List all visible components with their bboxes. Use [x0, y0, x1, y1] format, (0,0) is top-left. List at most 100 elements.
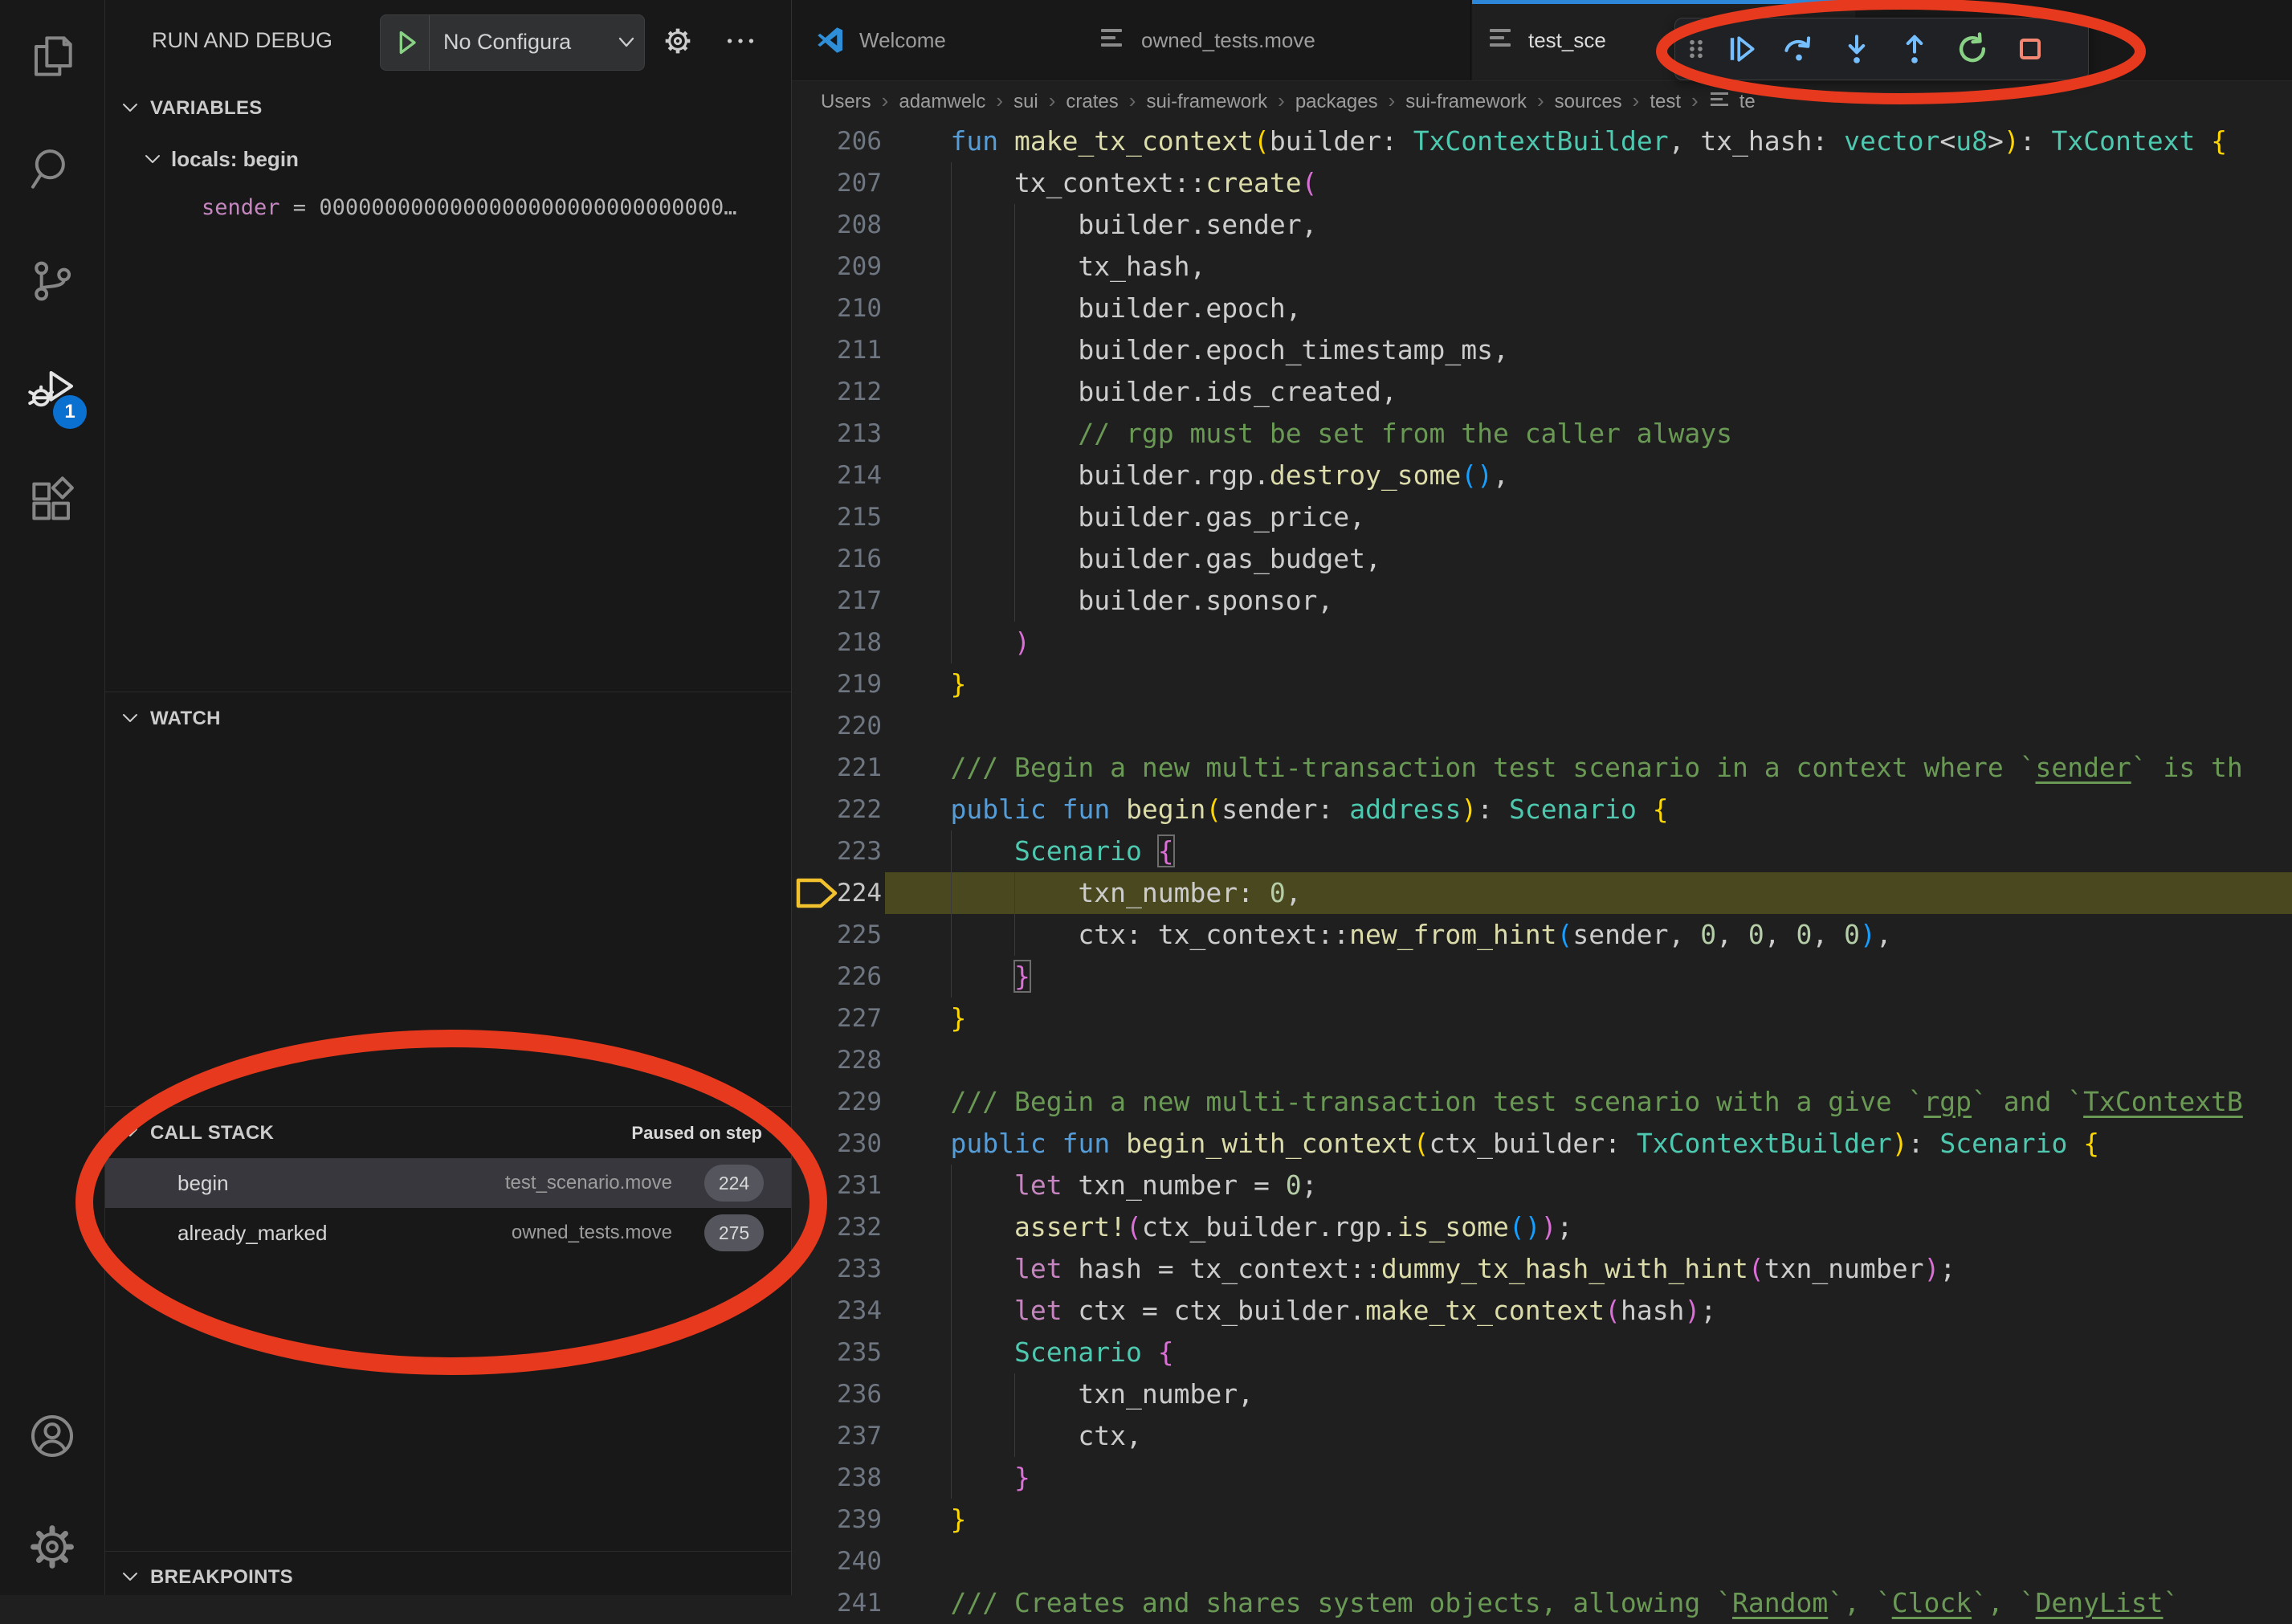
call-stack-section-header[interactable]: CALL STACK Paused on step: [105, 1108, 791, 1158]
code-line-241[interactable]: 241 /// Creates and shares system object…: [792, 1582, 2292, 1624]
manage-gear-icon[interactable]: [27, 1521, 78, 1573]
tab-owned_tests-move[interactable]: owned_tests.move: [1074, 0, 1471, 80]
code-text: txn_number,: [887, 1373, 1254, 1415]
debug-settings-gear-icon[interactable]: [659, 22, 696, 59]
code-line-236[interactable]: 236 txn_number,: [792, 1373, 2292, 1415]
step-out-button[interactable]: [1886, 23, 1943, 75]
watch-section-header[interactable]: WATCH: [105, 694, 791, 744]
code-line-221[interactable]: 221 /// Begin a new multi-transaction te…: [792, 747, 2292, 789]
code-line-220[interactable]: 220: [792, 705, 2292, 747]
debug-session-badge: 1: [53, 395, 87, 429]
code-text: /// Creates and shares system objects, a…: [887, 1582, 2179, 1624]
breadcrumb-file[interactable]: te: [1739, 91, 1756, 112]
line-number: 222: [792, 789, 882, 830]
code-line-228[interactable]: 228: [792, 1039, 2292, 1081]
code-line-239[interactable]: 239 }: [792, 1499, 2292, 1540]
restart-button[interactable]: [1943, 23, 2001, 75]
code-editor[interactable]: 206 fun make_tx_context(builder: TxConte…: [792, 120, 2292, 1595]
step-into-button[interactable]: [1828, 23, 1886, 75]
code-line-217[interactable]: 217 builder.sponsor,: [792, 580, 2292, 622]
variables-scope-locals[interactable]: locals: begin: [105, 135, 791, 183]
line-number: 221: [792, 747, 882, 789]
explorer-icon[interactable]: [27, 31, 78, 82]
code-line-226[interactable]: 226 }: [792, 956, 2292, 998]
variable-row-sender[interactable]: sender = 0000000000000000000000000000000…: [105, 183, 791, 233]
tab-welcome[interactable]: Welcome: [792, 0, 1075, 80]
search-icon[interactable]: [27, 143, 78, 194]
code-line-215[interactable]: 215 builder.gas_price,: [792, 496, 2292, 538]
extensions-icon[interactable]: [27, 475, 78, 527]
code-text: let txn_number = 0;: [887, 1165, 1317, 1206]
code-line-234[interactable]: 234 let ctx = ctx_builder.make_tx_contex…: [792, 1290, 2292, 1332]
call-stack-frame[interactable]: already_markedowned_tests.move275: [105, 1208, 791, 1258]
code-line-231[interactable]: 231 let txn_number = 0;: [792, 1165, 2292, 1206]
line-number: 239: [792, 1499, 882, 1540]
debug-configuration-select[interactable]: No Configura: [443, 15, 604, 68]
chevron-down-icon[interactable]: [617, 36, 636, 49]
line-number: 240: [792, 1540, 882, 1582]
code-line-224[interactable]: 224 txn_number: 0,: [792, 872, 2292, 914]
code-text: builder.gas_price,: [887, 496, 1365, 538]
breadcrumb-item[interactable]: Users: [821, 91, 871, 112]
code-line-223[interactable]: 223 Scenario {: [792, 830, 2292, 872]
accounts-icon[interactable]: [27, 1410, 78, 1462]
frame-function-name: begin: [177, 1158, 229, 1208]
step-over-button[interactable]: [1770, 23, 1828, 75]
code-line-214[interactable]: 214 builder.rgp.destroy_some(),: [792, 455, 2292, 496]
breadcrumb-item[interactable]: packages: [1295, 91, 1378, 112]
breadcrumb-item[interactable]: test: [1650, 91, 1681, 112]
line-number: 227: [792, 998, 882, 1039]
code-line-237[interactable]: 237 ctx,: [792, 1415, 2292, 1457]
code-text: builder.epoch_timestamp_ms,: [887, 329, 1509, 371]
activity-bar: 1: [0, 0, 105, 1595]
breadcrumb-separator: ›: [882, 88, 889, 112]
code-line-238[interactable]: 238 }: [792, 1457, 2292, 1499]
code-line-208[interactable]: 208 builder.sender,: [792, 204, 2292, 246]
code-line-227[interactable]: 227 }: [792, 998, 2292, 1039]
breadcrumb[interactable]: Users›adamwelc›sui›crates›sui-framework›…: [792, 80, 2292, 120]
code-line-206[interactable]: 206 fun make_tx_context(builder: TxConte…: [792, 120, 2292, 162]
code-line-216[interactable]: 216 builder.gas_budget,: [792, 538, 2292, 580]
code-line-211[interactable]: 211 builder.epoch_timestamp_ms,: [792, 329, 2292, 371]
watch-header-label: WATCH: [150, 694, 221, 744]
step-into-icon: [1839, 31, 1874, 67]
code-line-240[interactable]: 240: [792, 1540, 2292, 1582]
start-debugging-icon[interactable]: [390, 27, 422, 59]
call-stack-frame[interactable]: begintest_scenario.move224: [105, 1158, 791, 1208]
source-control-icon[interactable]: [27, 255, 78, 307]
breadcrumb-item[interactable]: sources: [1555, 91, 1622, 112]
breadcrumb-separator: ›: [996, 88, 1003, 112]
launch-divider: [429, 15, 430, 70]
breadcrumb-separator: ›: [1049, 88, 1056, 112]
breadcrumb-item[interactable]: adamwelc: [899, 91, 985, 112]
breakpoints-section-header[interactable]: BREAKPOINTS: [105, 1553, 791, 1595]
code-line-233[interactable]: 233 let hash = tx_context::dummy_tx_hash…: [792, 1248, 2292, 1290]
code-line-225[interactable]: 225 ctx: tx_context::new_from_hint(sende…: [792, 914, 2292, 956]
code-line-212[interactable]: 212 builder.ids_created,: [792, 371, 2292, 413]
continue-button[interactable]: [1712, 23, 1770, 75]
code-line-235[interactable]: 235 Scenario {: [792, 1332, 2292, 1373]
more-actions-icon[interactable]: [722, 22, 759, 59]
stop-button[interactable]: [2001, 23, 2059, 75]
code-text: }: [887, 1499, 966, 1540]
code-line-232[interactable]: 232 assert!(ctx_builder.rgp.is_some());: [792, 1206, 2292, 1248]
code-text: builder.rgp.destroy_some(),: [887, 455, 1509, 496]
debug-launch-control[interactable]: No Configura: [380, 14, 645, 71]
breadcrumb-separator: ›: [1129, 88, 1136, 112]
code-line-230[interactable]: 230 public fun begin_with_context(ctx_bu…: [792, 1123, 2292, 1165]
toolbar-drag-grip[interactable]: [1680, 23, 1712, 75]
code-line-222[interactable]: 222 public fun begin(sender: address): S…: [792, 789, 2292, 830]
code-line-209[interactable]: 209 tx_hash,: [792, 246, 2292, 288]
code-line-218[interactable]: 218 ): [792, 622, 2292, 663]
code-line-229[interactable]: 229 /// Begin a new multi-transaction te…: [792, 1081, 2292, 1123]
breadcrumb-item[interactable]: sui: [1013, 91, 1038, 112]
code-line-210[interactable]: 210 builder.epoch,: [792, 288, 2292, 329]
code-line-207[interactable]: 207 tx_context::create(: [792, 162, 2292, 204]
code-text: assert!(ctx_builder.rgp.is_some());: [887, 1206, 1572, 1248]
breadcrumb-item[interactable]: sui-framework: [1146, 91, 1267, 112]
code-line-219[interactable]: 219 }: [792, 663, 2292, 705]
variables-section-header[interactable]: VARIABLES: [105, 84, 791, 133]
breadcrumb-item[interactable]: crates: [1066, 91, 1118, 112]
code-line-213[interactable]: 213 // rgp must be set from the caller a…: [792, 413, 2292, 455]
breadcrumb-item[interactable]: sui-framework: [1405, 91, 1527, 112]
